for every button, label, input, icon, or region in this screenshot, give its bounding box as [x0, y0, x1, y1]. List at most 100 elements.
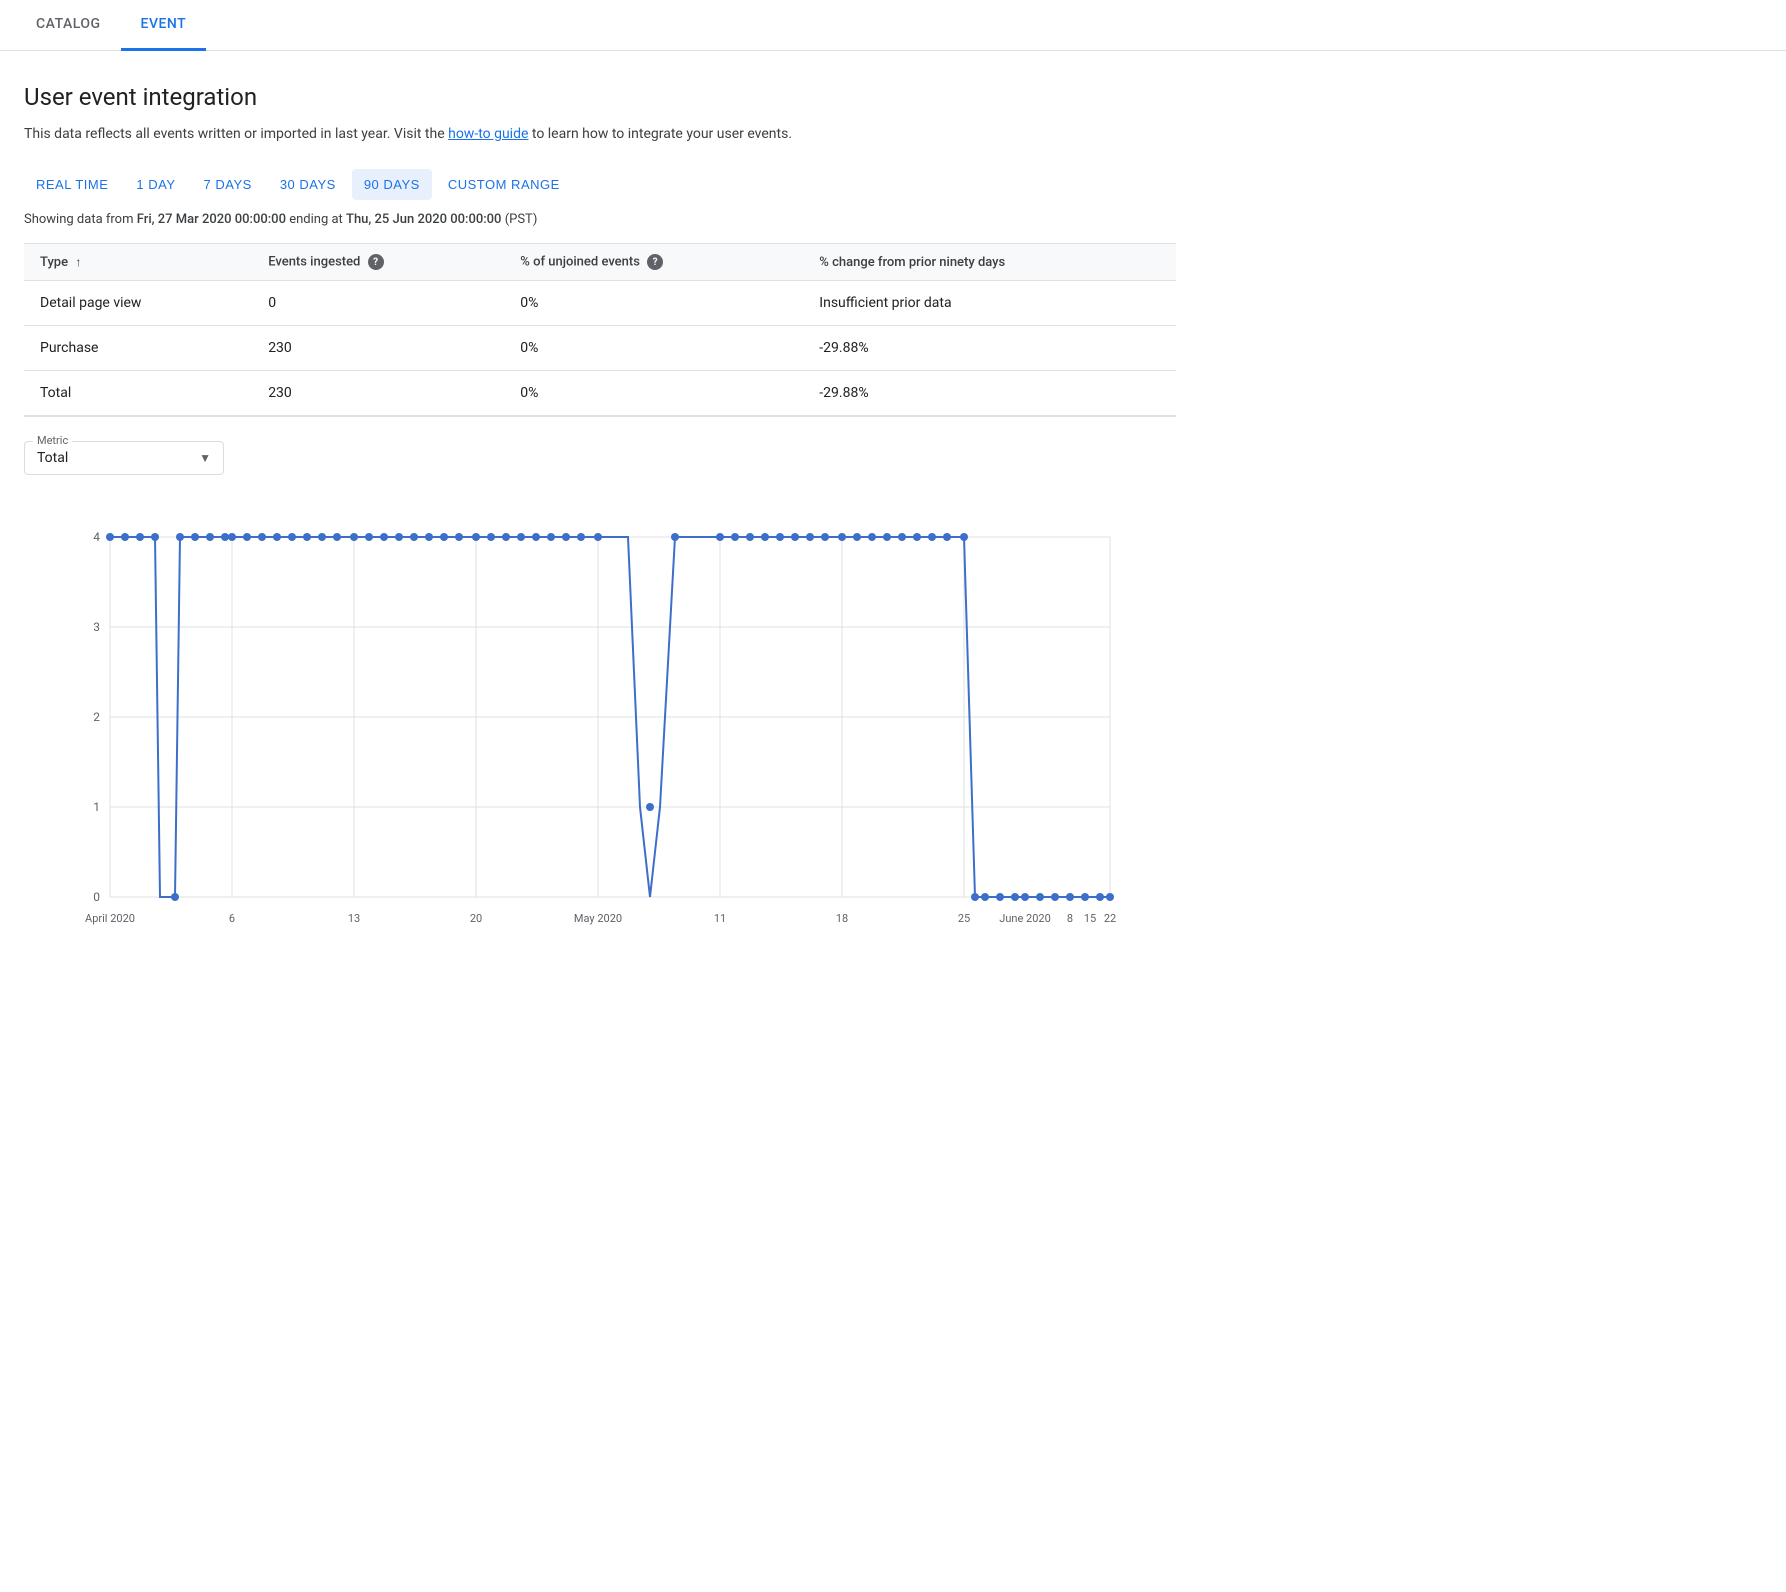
cell-unjoined-2: 0%	[504, 371, 803, 417]
chart-dot	[425, 533, 433, 541]
cell-events-2: 230	[252, 371, 504, 417]
svg-text:13: 13	[348, 912, 360, 925]
svg-text:8: 8	[1067, 912, 1073, 925]
chart-dot	[791, 533, 799, 541]
tab-catalog[interactable]: CATALOG	[16, 0, 121, 51]
cell-change-1: -29.88%	[803, 326, 1176, 371]
chart-dot	[273, 533, 281, 541]
col-pct-change: % change from prior ninety days	[803, 244, 1176, 281]
chart-dot	[821, 533, 829, 541]
page-description: This data reflects all events written or…	[24, 123, 1176, 145]
svg-text:June 2020: June 2020	[999, 912, 1051, 925]
chart-dot	[191, 533, 199, 541]
table-row: Detail page view 0 0% Insufficient prior…	[24, 281, 1176, 326]
col-type: Type ↑	[24, 244, 252, 281]
tab-30-days[interactable]: 30 DAYS	[268, 169, 348, 200]
date-range-info: Showing data from Fri, 27 Mar 2020 00:00…	[24, 212, 1176, 227]
events-table: Type ↑ Events ingested ? % of unjoined e…	[24, 243, 1176, 417]
cell-events-1: 230	[252, 326, 504, 371]
how-to-guide-link[interactable]: how-to guide	[448, 126, 528, 142]
chart-dot	[288, 533, 296, 541]
table-row: Purchase 230 0% -29.88%	[24, 326, 1176, 371]
chart-dot	[258, 533, 266, 541]
chart-dot	[913, 533, 921, 541]
svg-text:22: 22	[1104, 912, 1116, 925]
chart-dot	[960, 533, 968, 541]
chart-dot	[303, 533, 311, 541]
help-icon-events[interactable]: ?	[368, 254, 384, 270]
chart-dot	[996, 893, 1004, 901]
page-title: User event integration	[24, 83, 1176, 111]
table-header-row: Type ↑ Events ingested ? % of unjoined e…	[24, 244, 1176, 281]
chart-dot	[898, 533, 906, 541]
svg-text:4: 4	[93, 530, 100, 544]
line-chart: 4 3 2 1 0 April 2020 6 13 20 May 2020 11…	[24, 507, 1176, 927]
metric-label: Metric	[33, 434, 72, 447]
tab-custom-range[interactable]: CUSTOM RANGE	[436, 169, 572, 200]
chart-dot	[365, 533, 373, 541]
timezone: (PST)	[505, 212, 538, 227]
chart-dot	[868, 533, 876, 541]
chart-dot	[1036, 893, 1044, 901]
tab-90-days[interactable]: 90 DAYS	[352, 169, 432, 200]
chart-dot	[981, 893, 989, 901]
chart-dot	[243, 533, 251, 541]
chart-dot	[487, 533, 495, 541]
tab-event[interactable]: EVENT	[121, 0, 207, 51]
chart-dot	[228, 533, 236, 541]
chart-dot	[1051, 893, 1059, 901]
svg-text:6: 6	[229, 912, 235, 925]
chart-dot	[646, 803, 654, 811]
tab-real-time[interactable]: REAL TIME	[24, 169, 120, 200]
svg-text:11: 11	[714, 912, 726, 925]
chart-dot	[547, 533, 555, 541]
date-end: Thu, 25 Jun 2020 00:00:00	[346, 212, 501, 227]
chart-dot	[176, 533, 184, 541]
chart-dot	[928, 533, 936, 541]
chart-dot	[577, 533, 585, 541]
svg-text:15: 15	[1084, 912, 1096, 925]
cell-unjoined-0: 0%	[504, 281, 803, 326]
cell-type-2: Total	[24, 371, 252, 417]
help-icon-unjoined[interactable]: ?	[647, 254, 663, 270]
chart-dot	[776, 533, 784, 541]
svg-text:1: 1	[93, 800, 100, 814]
chart-dot	[410, 533, 418, 541]
chart-dot	[1066, 893, 1074, 901]
chart-dot	[121, 533, 129, 541]
col-pct-unjoined: % of unjoined events ?	[504, 244, 803, 281]
chart-dot	[1011, 893, 1019, 901]
chart-dot	[746, 533, 754, 541]
date-start: Fri, 27 Mar 2020 00:00:00	[137, 212, 286, 227]
tab-1-day[interactable]: 1 DAY	[124, 169, 187, 200]
cell-unjoined-1: 0%	[504, 326, 803, 371]
chart-dot	[455, 533, 463, 541]
chart-dot	[333, 533, 341, 541]
chart-dot	[853, 533, 861, 541]
chart-dot	[838, 533, 846, 541]
cell-change-2: -29.88%	[803, 371, 1176, 417]
metric-value[interactable]: Total ▼	[37, 450, 211, 466]
svg-text:20: 20	[470, 912, 482, 925]
chart-dot	[136, 533, 144, 541]
tab-7-days[interactable]: 7 DAYS	[192, 169, 264, 200]
cell-type-0: Detail page view	[24, 281, 252, 326]
svg-text:0: 0	[93, 890, 100, 904]
sort-icon[interactable]: ↑	[75, 255, 81, 269]
chart-dot	[943, 533, 951, 541]
chart-dot	[806, 533, 814, 541]
metric-dropdown[interactable]: Metric Total ▼	[24, 441, 224, 475]
cell-type-1: Purchase	[24, 326, 252, 371]
chart-dot	[532, 533, 540, 541]
cell-change-0: Insufficient prior data	[803, 281, 1176, 326]
chart-dot	[883, 533, 891, 541]
cell-events-0: 0	[252, 281, 504, 326]
chart-dot	[502, 533, 510, 541]
chart-dot	[562, 533, 570, 541]
col-events-ingested: Events ingested ?	[252, 244, 504, 281]
chart-dot	[1106, 893, 1114, 901]
chart-dot	[1081, 893, 1089, 901]
svg-text:3: 3	[93, 620, 100, 634]
svg-text:25: 25	[958, 912, 970, 925]
chart-dot	[761, 533, 769, 541]
